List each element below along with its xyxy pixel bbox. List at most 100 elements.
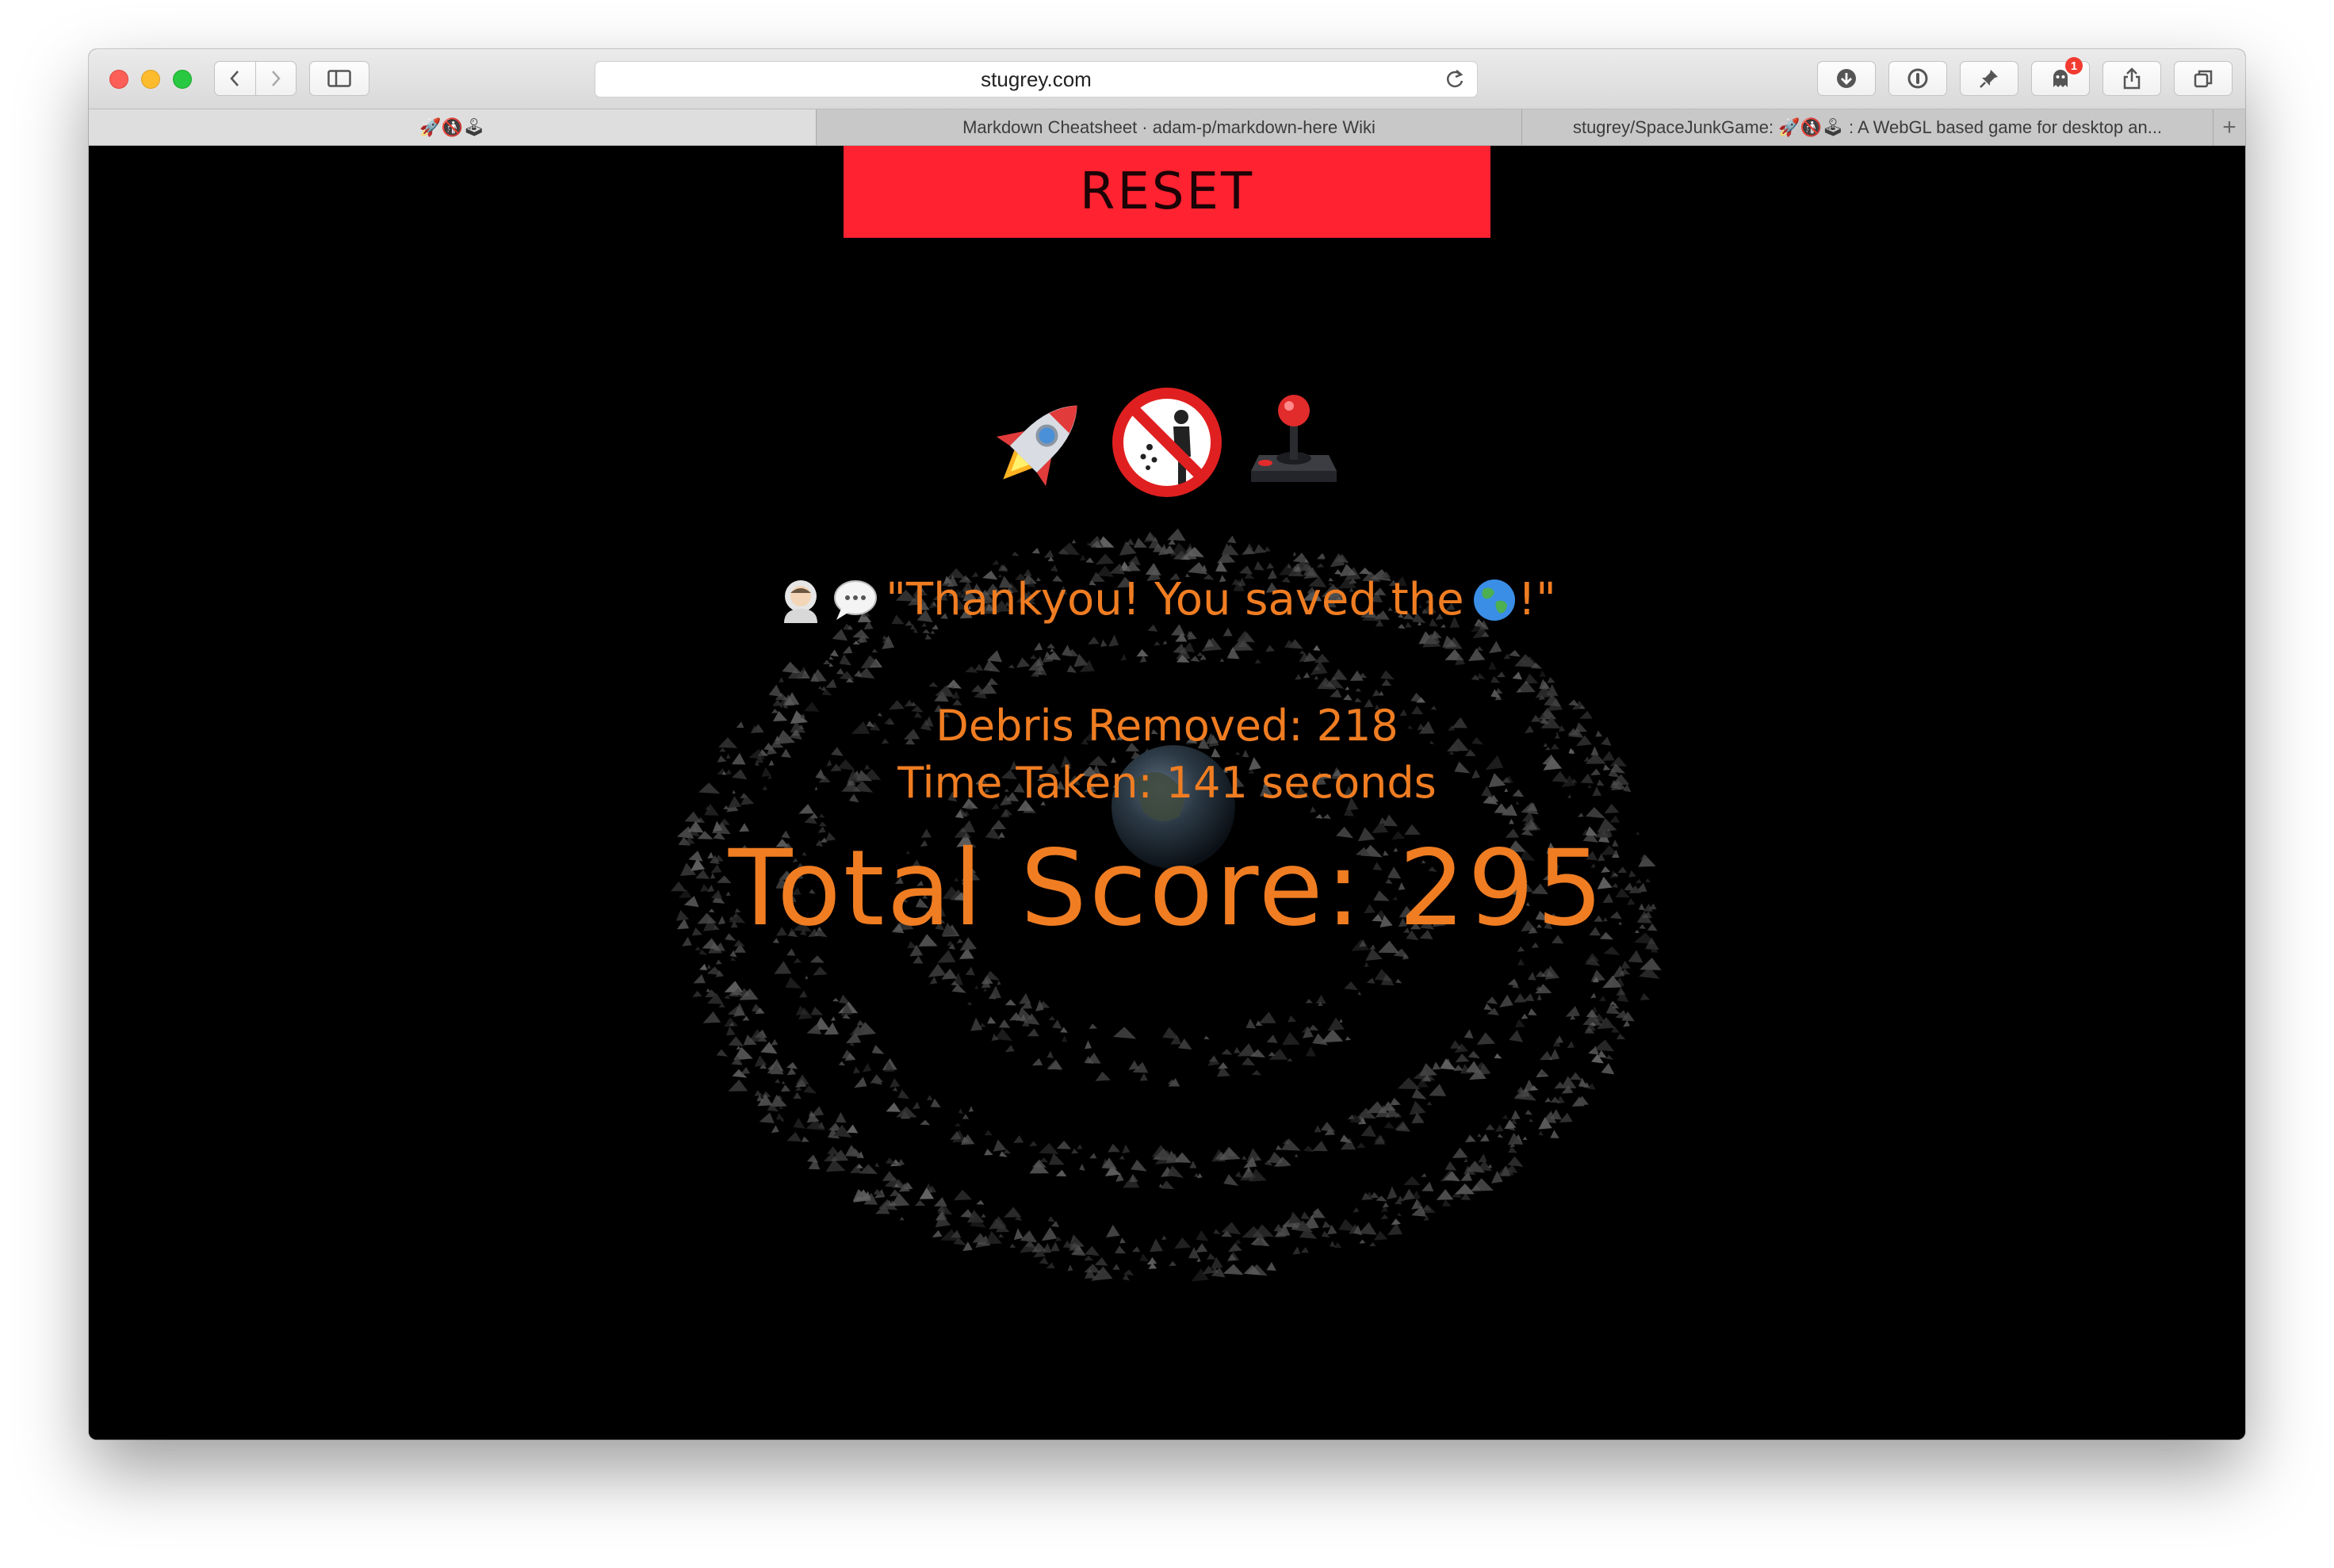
debris-fragment xyxy=(1444,1161,1457,1171)
debris-fragment xyxy=(1382,1202,1389,1208)
debris-fragment xyxy=(1305,998,1313,1004)
debris-fragment xyxy=(1245,1018,1257,1029)
debris-fragment xyxy=(987,1016,997,1024)
debris-fragment xyxy=(997,981,1001,985)
debris-fragment xyxy=(825,679,837,688)
debris-fragment xyxy=(1013,1135,1024,1143)
debris-fragment xyxy=(1421,1181,1434,1191)
debris-fragment xyxy=(1282,1031,1300,1046)
debris-fragment xyxy=(1485,1124,1495,1130)
debris-fragment xyxy=(803,1085,817,1094)
debris-fragment xyxy=(774,961,792,974)
debris-fragment xyxy=(1008,664,1015,669)
debris-fragment xyxy=(1162,641,1168,644)
tab-label: Markdown Cheatsheet · adam-p/markdown-he… xyxy=(962,117,1376,137)
debris-fragment xyxy=(1222,1264,1244,1275)
debris-fragment xyxy=(1120,653,1127,661)
debris-fragment xyxy=(1150,1238,1163,1252)
message-text: "Thankyou! You saved the xyxy=(886,574,1464,625)
tab-overview-button[interactable] xyxy=(2174,61,2233,96)
debris-fragment xyxy=(1048,1015,1055,1020)
debris-fragment xyxy=(1620,960,1631,969)
debris-fragment xyxy=(932,1230,943,1237)
debris-fragment xyxy=(968,1106,974,1112)
ghostery-button[interactable]: 1 xyxy=(2031,57,2090,96)
debris-fragment xyxy=(805,975,809,980)
debris-fragment xyxy=(1524,993,1535,1001)
debris-fragment xyxy=(1494,1124,1504,1132)
debris-fragment xyxy=(1512,671,1522,680)
debris-fragment xyxy=(1640,992,1651,1000)
debris-fragment xyxy=(1570,1072,1582,1080)
debris-fragment xyxy=(974,985,979,989)
debris-fragment xyxy=(1364,962,1369,968)
debris-fragment xyxy=(1314,653,1330,664)
new-tab-button[interactable]: + xyxy=(2213,109,2245,145)
debris-fragment xyxy=(854,1077,867,1088)
debris-fragment xyxy=(754,1055,767,1067)
debris-fragment xyxy=(1397,1212,1402,1217)
debris-fragment xyxy=(967,1001,972,1005)
tab-markdown-cheatsheet[interactable]: Markdown Cheatsheet · adam-p/markdown-he… xyxy=(817,109,1522,145)
debris-fragment xyxy=(914,1199,926,1207)
debris-fragment xyxy=(718,818,730,825)
debris-fragment xyxy=(951,690,960,699)
debris-fragment xyxy=(922,629,931,634)
sidebar-button[interactable] xyxy=(309,61,369,96)
debris-fragment xyxy=(1084,1255,1093,1261)
debris-fragment xyxy=(1226,1252,1240,1262)
tab-github-repo[interactable]: stugrey/SpaceJunkGame: 🚀🚯🕹 : A WebGL bas… xyxy=(1522,109,2213,145)
reset-button[interactable]: RESET xyxy=(844,146,1490,238)
debris-fragment xyxy=(852,1066,861,1074)
debris-fragment xyxy=(1188,1247,1200,1259)
reload-icon[interactable] xyxy=(1444,68,1466,90)
debris-fragment xyxy=(1310,660,1328,675)
debris-fragment xyxy=(897,1158,905,1165)
debris-fragment xyxy=(1322,813,1331,820)
debris-fragment xyxy=(1368,1241,1376,1247)
debris-fragment xyxy=(1004,1207,1022,1218)
back-button[interactable] xyxy=(215,62,255,95)
minimize-window-button[interactable] xyxy=(141,70,160,89)
debris-fragment xyxy=(1550,1096,1560,1103)
debris-fragment xyxy=(984,1130,993,1136)
debris-fragment xyxy=(693,974,706,984)
debris-fragment xyxy=(1100,639,1108,647)
debris-fragment xyxy=(785,977,802,989)
downloads-button[interactable] xyxy=(1817,61,1876,96)
debris-fragment xyxy=(1359,1239,1366,1244)
debris-fragment xyxy=(1106,1224,1120,1237)
debris-fragment xyxy=(1288,1015,1297,1023)
debris-fragment xyxy=(1089,1153,1097,1159)
debris-fragment xyxy=(1207,1252,1216,1260)
debris-fragment xyxy=(1242,749,1249,758)
debris-fragment xyxy=(862,1062,872,1073)
debris-fragment xyxy=(728,1079,748,1092)
debris-fragment xyxy=(774,1078,780,1084)
share-button[interactable] xyxy=(2103,61,2161,96)
debris-fragment xyxy=(1108,634,1119,647)
debris-fragment xyxy=(754,1090,763,1096)
game-viewport[interactable]: RESET "Thankyou! You saved the !" Debris… xyxy=(89,146,2245,1440)
debris-fragment xyxy=(890,1077,901,1088)
debris-fragment xyxy=(1131,1246,1141,1252)
tab-space-junk-game[interactable]: 🚀🚯🕹 xyxy=(89,109,817,145)
debris-fragment xyxy=(1242,1156,1247,1160)
close-window-button[interactable] xyxy=(109,70,128,89)
debris-fragment xyxy=(1288,1211,1303,1224)
debris-fragment xyxy=(836,667,844,675)
password-manager-button[interactable] xyxy=(1888,61,1947,96)
debris-fragment xyxy=(1616,1033,1626,1040)
debris-fragment xyxy=(1308,1024,1319,1031)
pin-button[interactable] xyxy=(1960,61,2018,96)
address-bar[interactable]: stugrey.com xyxy=(595,61,1478,98)
debris-fragment xyxy=(886,1102,901,1112)
fullscreen-window-button[interactable] xyxy=(173,70,192,89)
debris-fragment xyxy=(706,988,710,992)
debris-fragment xyxy=(1031,548,1040,554)
debris-fragment xyxy=(1305,1046,1316,1057)
debris-fragment xyxy=(809,955,825,963)
debris-fragment xyxy=(984,1149,993,1156)
browser-window: stugrey.com 1 🚀🚯🕹 Markdown Cheatsheet · xyxy=(89,49,2245,1440)
forward-button[interactable] xyxy=(254,62,297,95)
